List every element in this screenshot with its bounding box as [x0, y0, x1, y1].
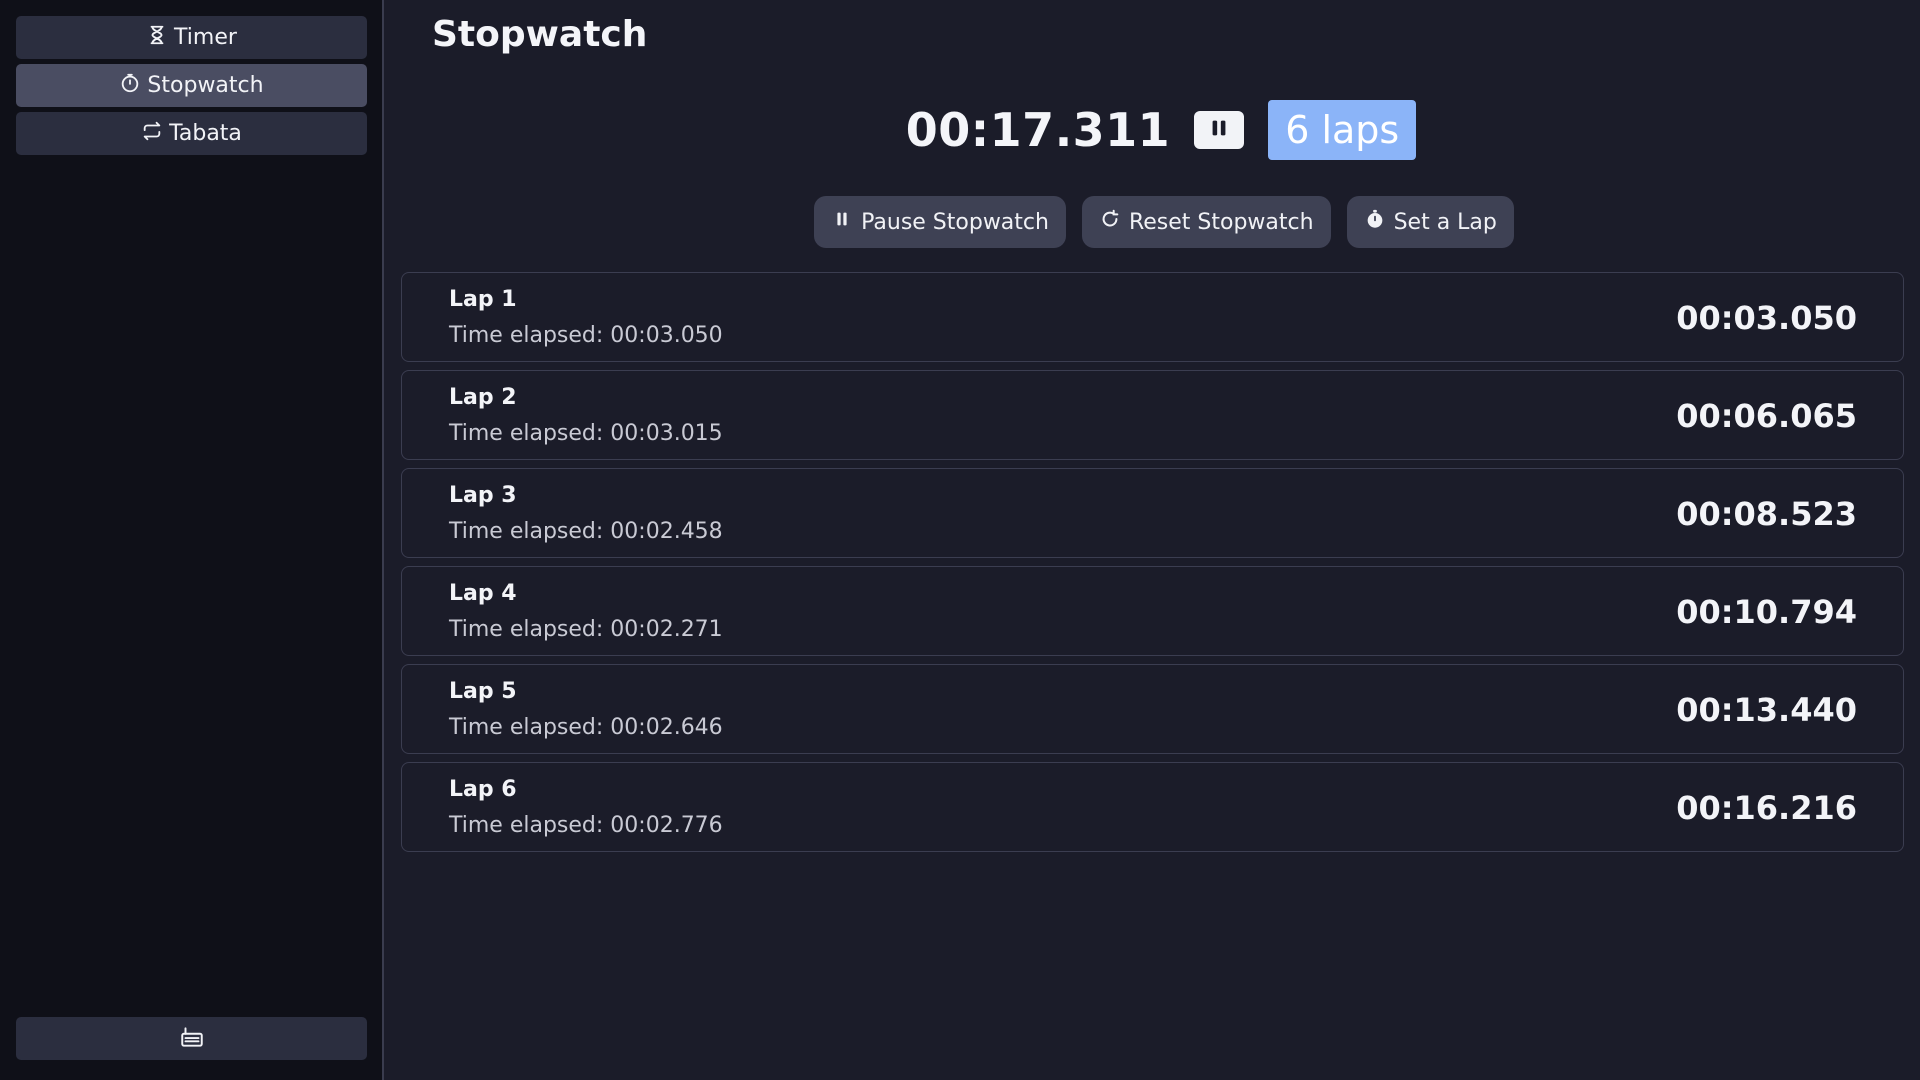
hourglass-icon — [146, 24, 168, 52]
sidebar-item-tabata[interactable]: Tabata — [16, 112, 367, 155]
stopwatch-icon — [1364, 208, 1386, 236]
pause-toggle-button[interactable] — [1194, 111, 1245, 149]
lap-name: Lap 5 — [449, 679, 517, 704]
stopwatch-icon — [119, 72, 141, 100]
lap-total-time: 00:16.216 — [1676, 789, 1857, 827]
sidebar-item-timer[interactable]: Timer — [16, 16, 367, 59]
lap-name: Lap 3 — [449, 483, 517, 508]
laps-count-badge: 6 laps — [1268, 100, 1417, 160]
app-window: Timer Stopwatch Tabata Stopwatch 00:17.3… — [0, 0, 1920, 1080]
reset-stopwatch-button[interactable]: Reset Stopwatch — [1081, 196, 1331, 248]
lap-row: Lap 6 Time elapsed: 00:02.776 00:16.216 — [401, 762, 1904, 852]
lap-elapsed: Time elapsed: 00:02.458 — [449, 519, 723, 544]
clock-row: 00:17.311 6 laps — [384, 100, 1920, 160]
lap-list: Lap 1 Time elapsed: 00:03.050 00:03.050 … — [401, 272, 1904, 860]
sidebar-item-stopwatch[interactable]: Stopwatch — [16, 64, 367, 107]
lap-total-time: 00:03.050 — [1676, 299, 1857, 337]
keyboard-icon — [179, 1024, 205, 1054]
lap-name: Lap 1 — [449, 287, 517, 312]
main-content: Stopwatch 00:17.311 6 laps Pause Stopwat… — [384, 0, 1920, 1080]
pause-stopwatch-label: Pause Stopwatch — [861, 209, 1049, 235]
sidebar-item-label: Stopwatch — [147, 73, 264, 98]
pause-icon — [1208, 117, 1230, 143]
lap-total-time: 00:08.523 — [1676, 495, 1857, 533]
lap-row: Lap 5 Time elapsed: 00:02.646 00:13.440 — [401, 664, 1904, 754]
pause-icon — [831, 208, 853, 236]
repeat-icon — [141, 120, 163, 148]
lap-row: Lap 1 Time elapsed: 00:03.050 00:03.050 — [401, 272, 1904, 362]
lap-row: Lap 3 Time elapsed: 00:02.458 00:08.523 — [401, 468, 1904, 558]
sidebar: Timer Stopwatch Tabata — [0, 0, 384, 1080]
keyboard-shortcuts-button[interactable] — [16, 1017, 367, 1060]
lap-elapsed: Time elapsed: 00:02.646 — [449, 715, 723, 740]
lap-elapsed: Time elapsed: 00:03.015 — [449, 421, 723, 446]
reset-icon — [1099, 208, 1121, 236]
stopwatch-display: 00:17.311 — [905, 103, 1171, 157]
reset-stopwatch-label: Reset Stopwatch — [1128, 209, 1314, 235]
lap-row: Lap 4 Time elapsed: 00:02.271 00:10.794 — [401, 566, 1904, 656]
set-lap-label: Set a Lap — [1393, 209, 1497, 235]
action-bar: Pause Stopwatch Reset Stopwatch Set a La… — [384, 196, 1920, 248]
lap-row: Lap 2 Time elapsed: 00:03.015 00:06.065 — [401, 370, 1904, 460]
set-lap-button[interactable]: Set a Lap — [1346, 196, 1514, 248]
lap-total-time: 00:06.065 — [1676, 397, 1857, 435]
lap-elapsed: Time elapsed: 00:03.050 — [449, 323, 723, 348]
lap-name: Lap 4 — [449, 581, 517, 606]
lap-name: Lap 2 — [449, 385, 517, 410]
lap-elapsed: Time elapsed: 00:02.271 — [449, 617, 723, 642]
lap-name: Lap 6 — [449, 777, 517, 802]
pause-stopwatch-button[interactable]: Pause Stopwatch — [814, 196, 1066, 248]
lap-total-time: 00:13.440 — [1676, 691, 1857, 729]
lap-elapsed: Time elapsed: 00:02.776 — [449, 813, 723, 838]
sidebar-item-label: Timer — [174, 25, 237, 50]
lap-total-time: 00:10.794 — [1676, 593, 1857, 631]
page-title: Stopwatch — [432, 14, 648, 55]
sidebar-item-label: Tabata — [169, 121, 242, 146]
